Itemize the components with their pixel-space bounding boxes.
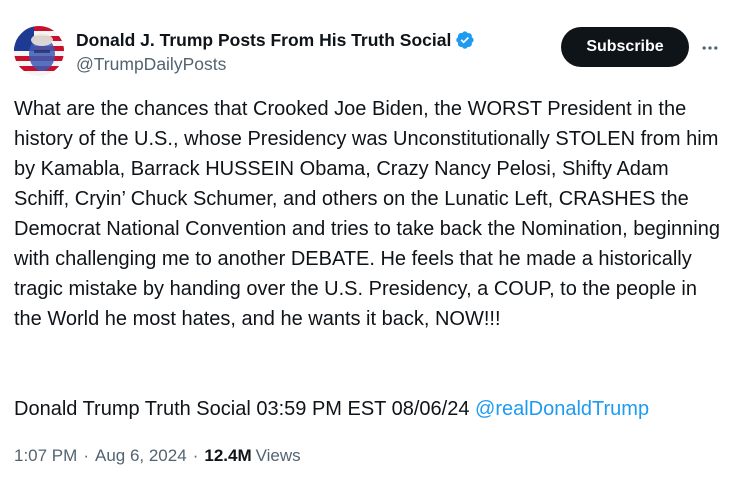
post-source-line: Donald Trump Truth Social 03:59 PM EST 0… (14, 394, 722, 424)
views-label: Views (255, 446, 301, 465)
avatar[interactable] (14, 26, 64, 76)
post-text: What are the chances that Crooked Joe Bi… (14, 98, 726, 330)
post-date[interactable]: Aug 6, 2024 (95, 446, 187, 466)
subscribe-button[interactable]: Subscribe (561, 27, 689, 67)
author-name-row: Donald J. Trump Posts From His Truth Soc… (76, 28, 475, 52)
meta-separator: · (192, 446, 199, 465)
meta-separator: · (83, 446, 89, 465)
author-display-name[interactable]: Donald J. Trump Posts From His Truth Soc… (76, 30, 451, 51)
verified-badge-icon[interactable] (455, 30, 475, 50)
post-source-text: Donald Trump Truth Social 03:59 PM EST 0… (14, 398, 470, 420)
post-meta: 1:07 PM · Aug 6, 2024 · 12.4M Views (14, 446, 301, 466)
author-handle[interactable]: @TrumpDailyPosts (76, 54, 226, 75)
avatar-image (14, 26, 64, 76)
more-horizontal-icon[interactable] (698, 36, 722, 60)
mention-link[interactable]: @realDonaldTrump (475, 398, 649, 420)
views-count[interactable]: 12.4M (204, 446, 251, 466)
post-time[interactable]: 1:07 PM (14, 446, 77, 466)
